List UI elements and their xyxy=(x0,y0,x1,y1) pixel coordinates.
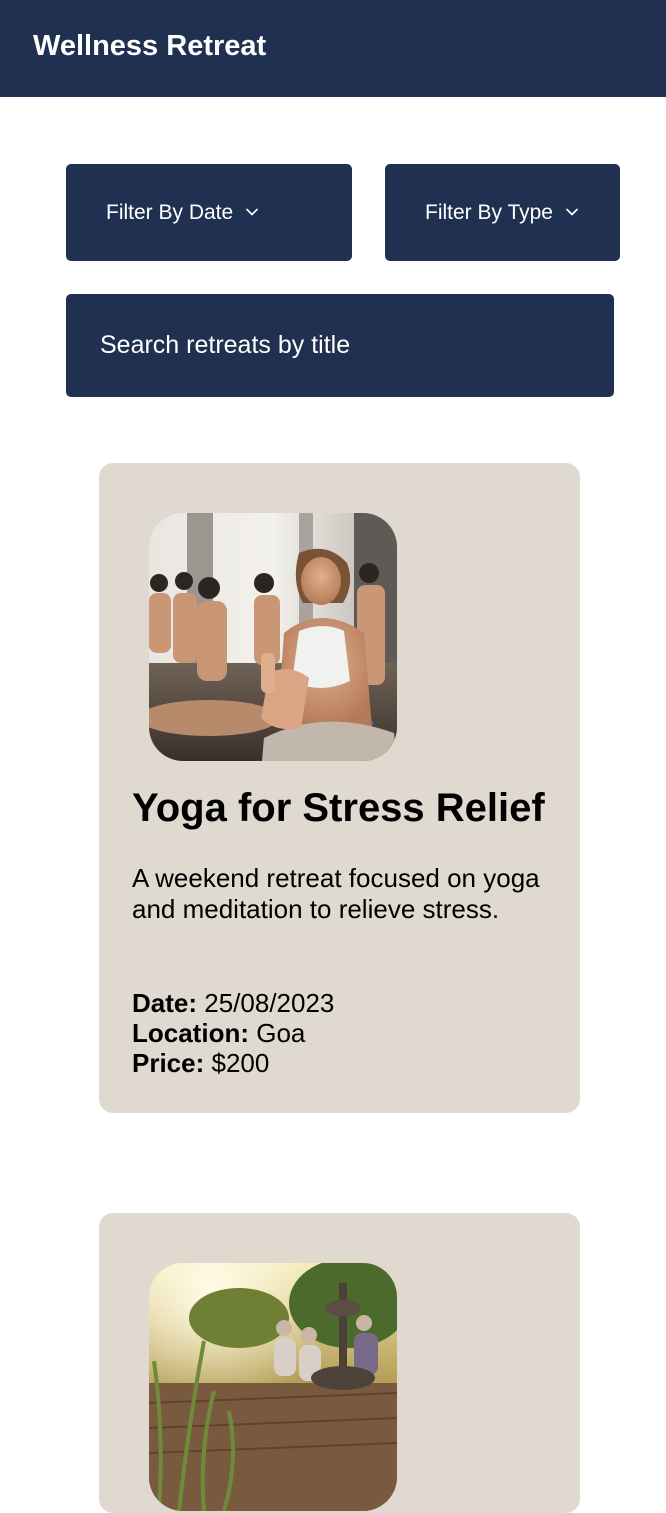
search-input[interactable] xyxy=(66,294,614,397)
retreat-description: A weekend retreat focused on yoga and me… xyxy=(132,863,540,924)
retreat-location: Location: Goa xyxy=(132,1018,305,1049)
retreat-date: Date: 25/08/2023 xyxy=(132,988,334,1019)
retreat-location-value: Goa xyxy=(256,1018,306,1048)
garden-meditation-photo xyxy=(149,1263,397,1511)
retreat-price: Price: $200 xyxy=(132,1048,269,1079)
filter-by-type-label: Filter By Type xyxy=(425,201,553,224)
filter-by-date-label: Filter By Date xyxy=(106,201,234,224)
chevron-down-icon xyxy=(566,208,578,216)
filter-by-date-button[interactable]: Filter By Date xyxy=(66,164,352,261)
yoga-class-photo xyxy=(149,513,397,761)
retreat-price-value: $200 xyxy=(211,1048,270,1078)
retreat-location-label: Location: xyxy=(132,1018,249,1048)
retreat-date-value: 25/08/2023 xyxy=(204,988,335,1018)
filter-by-type-button[interactable]: Filter By Type xyxy=(385,164,620,261)
app-header: Wellness Retreat xyxy=(0,0,666,97)
retreat-title: Yoga for Stress Relief xyxy=(132,786,545,830)
retreat-card[interactable]: Yoga for Stress Relief A weekend retreat… xyxy=(99,463,580,1113)
retreat-image-yoga xyxy=(149,513,397,761)
retreat-price-label: Price: xyxy=(132,1048,205,1078)
retreat-card[interactable] xyxy=(99,1213,580,1513)
retreat-date-label: Date: xyxy=(132,988,198,1018)
app-title: Wellness Retreat xyxy=(33,30,267,62)
retreat-image-garden xyxy=(149,1263,397,1511)
chevron-down-icon xyxy=(246,208,258,216)
